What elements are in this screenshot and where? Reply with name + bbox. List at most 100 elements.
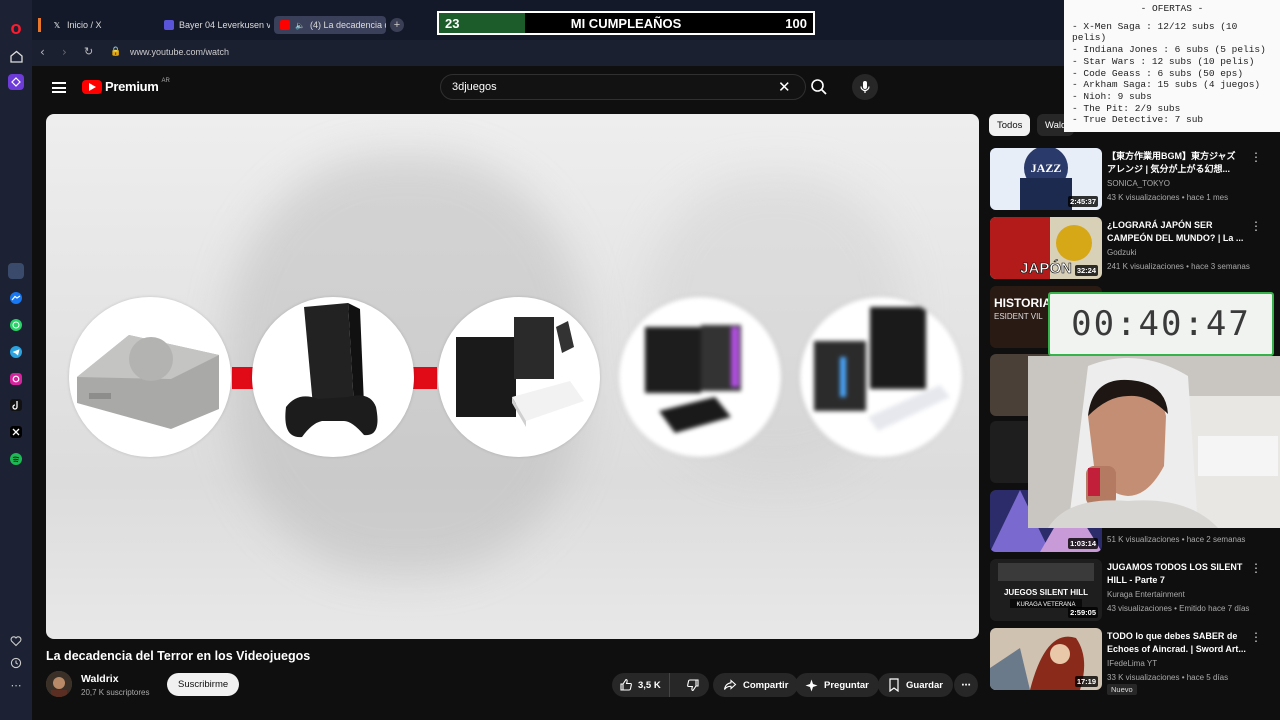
- svg-text:JUEGOS SILENT HILL: JUEGOS SILENT HILL: [1004, 588, 1088, 597]
- video-thumbnail[interactable]: JUEGOS SILENT HILL KURAGA VETERANA 2:59:0…: [990, 559, 1102, 621]
- speaker-icon: 🔈: [295, 20, 305, 30]
- recommendation-channel[interactable]: IFedeLima YT: [1107, 659, 1157, 668]
- thumbs-down-icon: [686, 679, 699, 692]
- workspace-icon[interactable]: [8, 263, 24, 279]
- recommendation-title: JUGAMOS TODOS LOS SILENT HILL - Parte 7: [1107, 562, 1243, 585]
- offer-item: - Arkham Saga: 15 subs (4 juegos): [1072, 79, 1261, 91]
- video-thumbnail[interactable]: JAZZ 2:45:37: [990, 148, 1102, 210]
- telegram-icon[interactable]: [8, 344, 24, 360]
- offer-item: - Code Geass : 6 subs (50 eps): [1072, 67, 1244, 79]
- ask-button[interactable]: Preguntar: [795, 673, 879, 697]
- sports-icon: [164, 20, 174, 30]
- voice-search-button[interactable]: [852, 74, 878, 100]
- video-title: La decadencia del Terror en los Videojue…: [46, 649, 311, 663]
- search-icon[interactable]: [810, 78, 828, 96]
- ps4-console-image: [619, 297, 781, 457]
- subscriber-count: 20,7 K suscriptores: [81, 688, 150, 697]
- channel-name[interactable]: Waldrix: [81, 673, 119, 685]
- sparkle-icon: [805, 679, 818, 691]
- ps5-console-image: [800, 297, 962, 457]
- browser-sidebar: O ⋯: [0, 0, 32, 720]
- mic-icon: [860, 81, 870, 93]
- kebab-menu-icon[interactable]: ⋮: [1250, 561, 1262, 575]
- offer-item: - X-Men Saga : 12/12 subs (10 pelis): [1072, 20, 1238, 44]
- offer-item: - The Pit: 2/9 subs: [1072, 102, 1181, 114]
- subscribe-button[interactable]: Suscribirme: [167, 673, 240, 696]
- url-field[interactable]: www.youtube.com/watch: [130, 47, 229, 57]
- recommendation-channel[interactable]: SONICA_TOKYO: [1107, 179, 1170, 188]
- channel-avatar[interactable]: [46, 671, 72, 697]
- search-input[interactable]: 3djuegos ✕: [440, 74, 806, 100]
- recommendation-title: ¿LOGRARÁ JAPÓN SER CAMPEÓN DEL MUNDO? | L…: [1107, 220, 1244, 243]
- stream-timer: 00:40:47: [1048, 292, 1274, 356]
- timeline-connector: [232, 367, 254, 389]
- video-thumbnail[interactable]: JAPÓN 32:24: [990, 217, 1102, 279]
- tab-x[interactable]: 𝕏 Inicio / X: [52, 16, 152, 34]
- tab-youtube[interactable]: 🔈 (4) La decadencia del: [274, 16, 386, 34]
- instagram-icon[interactable]: [8, 371, 24, 387]
- like-dislike-group: 3,5 K: [612, 673, 709, 697]
- dislike-button[interactable]: [676, 673, 709, 697]
- recommendation-channel[interactable]: Godzuki: [1107, 248, 1136, 257]
- menu-icon[interactable]: [52, 82, 66, 93]
- ps2-console-image: [252, 297, 414, 457]
- youtube-play-icon: [82, 79, 102, 94]
- svg-text:JAZZ: JAZZ: [1031, 161, 1062, 175]
- share-button[interactable]: Compartir: [713, 673, 799, 697]
- whatsapp-icon[interactable]: [8, 317, 24, 333]
- ps1-console-image: [69, 297, 231, 457]
- recommendation-meta: 51 K visualizaciones • hace 2 semanas: [1107, 535, 1246, 544]
- new-badge: Nuevo: [1107, 684, 1137, 695]
- chip-todos[interactable]: Todos: [989, 114, 1031, 136]
- recommendation-meta: 43 visualizaciones • Emitido hace 7 días: [1107, 604, 1250, 613]
- youtube-icon: [280, 20, 290, 30]
- heart-icon[interactable]: [8, 633, 24, 649]
- offer-item: - Star Wars : 12 subs (10 pelis): [1072, 55, 1255, 67]
- kebab-menu-icon[interactable]: ⋮: [1250, 150, 1262, 164]
- home-icon[interactable]: [8, 48, 24, 64]
- tab-bayer[interactable]: Bayer 04 Leverkusen vs Ar: [164, 16, 270, 34]
- x-icon[interactable]: [8, 424, 24, 440]
- opera-logo-icon[interactable]: O: [8, 22, 24, 38]
- pinboard-icon[interactable]: [8, 74, 24, 90]
- recommendation-item[interactable]: JAPÓN 32:24 ¿LOGRARÁ JAPÓN SER CAMPEÓN DE…: [990, 217, 1270, 279]
- more-actions-icon[interactable]: ⋯: [954, 673, 978, 697]
- video-thumbnail[interactable]: 17:19: [990, 628, 1102, 690]
- like-button[interactable]: 3,5 K: [612, 673, 671, 697]
- share-icon: [723, 679, 737, 690]
- offers-overlay: - OFERTAS - - X-Men Saga : 12/12 subs (1…: [1064, 0, 1280, 132]
- back-icon[interactable]: ‹: [40, 45, 45, 59]
- new-tab-button[interactable]: +: [390, 18, 404, 32]
- ps3-console-image: [438, 297, 600, 457]
- video-player[interactable]: [46, 114, 979, 639]
- recommendation-item[interactable]: 17:19 TODO lo que debes SABER de Echoes o…: [990, 628, 1270, 695]
- offer-item: - Nioh: 9 subs: [1072, 90, 1152, 102]
- youtube-logo[interactable]: Premium AR: [82, 78, 170, 94]
- lock-icon: 🔒: [110, 47, 122, 57]
- kebab-menu-icon[interactable]: ⋮: [1250, 630, 1262, 644]
- recommendation-channel[interactable]: Kuraga Entertainment: [1107, 590, 1185, 599]
- goal-title: MI CUMPLEAÑOS: [570, 15, 682, 31]
- offers-header: - OFERTAS -: [1140, 3, 1204, 14]
- kebab-menu-icon[interactable]: ⋮: [1250, 219, 1262, 233]
- clear-search-icon[interactable]: ✕: [778, 78, 791, 96]
- goal-target: 100: [785, 15, 807, 31]
- recommendation-item[interactable]: JUEGOS SILENT HILL KURAGA VETERANA 2:59:0…: [990, 559, 1270, 621]
- recommendation-meta: 241 K visualizaciones • hace 3 semanas: [1107, 262, 1250, 271]
- tab-island-marker: [38, 18, 41, 32]
- recommendation-item[interactable]: JAZZ 2:45:37 【東方作業用BGM】東方ジャズ アレンジ | 気分が上が…: [990, 148, 1270, 210]
- tiktok-icon[interactable]: [8, 397, 24, 413]
- save-button[interactable]: Guardar: [878, 673, 953, 697]
- reload-icon[interactable]: ↻: [84, 45, 93, 58]
- bookmark-icon: [889, 678, 899, 692]
- timer-value: 00:40:47: [1071, 304, 1251, 344]
- screen: O ⋯ 𝕏 Inicio / X Bayer 04 Leverkusen v 🔈…: [0, 0, 1280, 720]
- more-icon[interactable]: ⋯: [8, 677, 24, 693]
- history-icon[interactable]: [8, 655, 24, 671]
- messenger-icon[interactable]: [8, 290, 24, 306]
- thumbs-up-icon: [620, 678, 632, 691]
- svg-text:KURAGA VETERANA: KURAGA VETERANA: [1016, 602, 1075, 608]
- webcam-overlay: [1028, 356, 1280, 528]
- forward-icon[interactable]: ›: [62, 45, 67, 59]
- spotify-icon[interactable]: [8, 451, 24, 467]
